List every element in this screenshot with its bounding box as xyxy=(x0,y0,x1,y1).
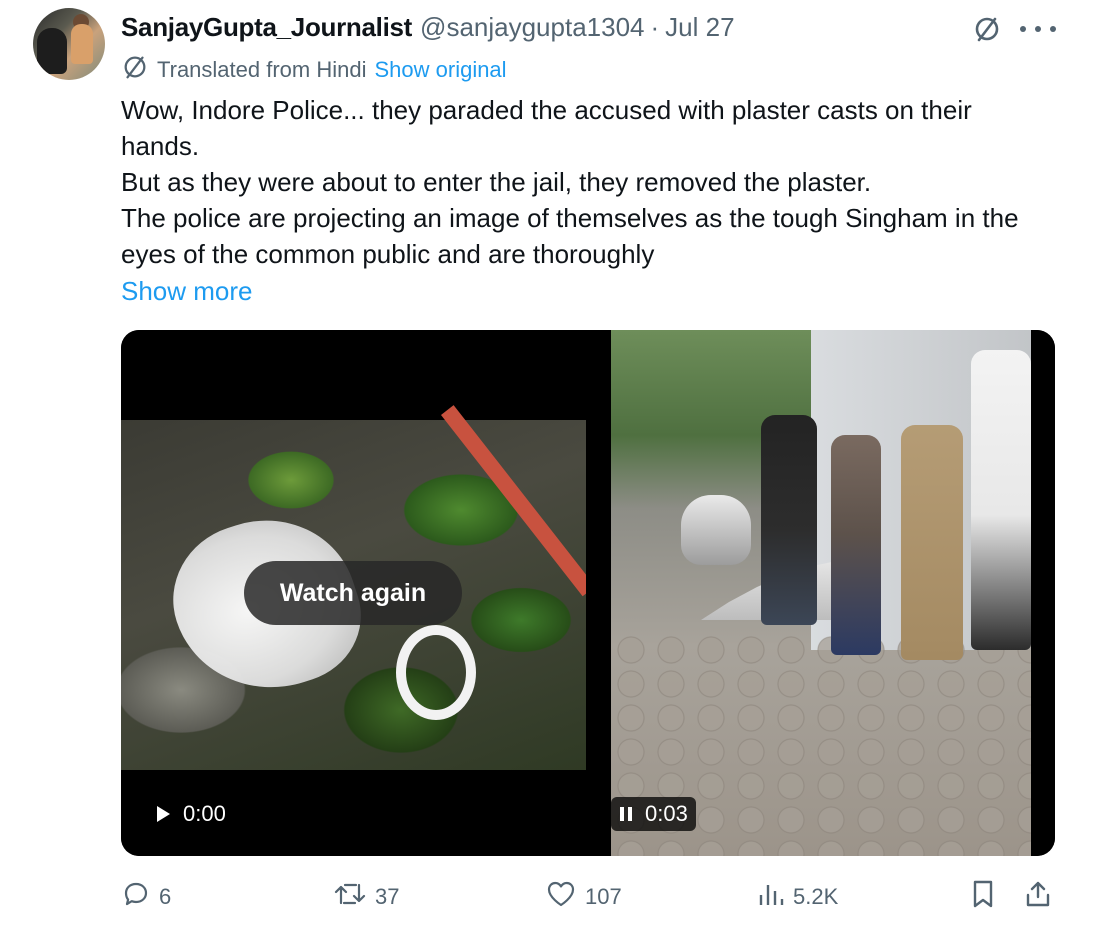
show-original-link[interactable]: Show original xyxy=(374,57,506,83)
avatar-horse-shape xyxy=(37,28,67,74)
share-button[interactable] xyxy=(1023,880,1061,914)
author-name[interactable]: SanjayGupta_Journalist xyxy=(121,12,412,43)
tweet-text-line: The police are projecting an image of th… xyxy=(121,203,1019,269)
video-frame-person xyxy=(831,435,881,655)
tweet-text-line: But as they were about to enter the jail… xyxy=(121,167,872,197)
reply-button[interactable]: 6 xyxy=(121,880,171,914)
left-video-time: 0:00 xyxy=(183,801,226,826)
separator-dot: · xyxy=(650,11,660,42)
show-more-link[interactable]: Show more xyxy=(121,273,253,309)
play-icon[interactable] xyxy=(155,805,171,823)
translation-notice: Translated from Hindi Show original xyxy=(121,55,507,85)
reply-icon[interactable] xyxy=(121,879,159,915)
translation-icon xyxy=(121,53,157,87)
bookmark-icon[interactable] xyxy=(969,879,1005,915)
avatar-body-shape xyxy=(71,24,93,64)
watch-again-button[interactable]: Watch again xyxy=(244,561,462,625)
video-frame-person xyxy=(761,415,817,625)
more-dot xyxy=(1035,26,1041,32)
tweet-text: Wow, Indore Police... they paraded the a… xyxy=(121,92,1051,272)
media-container: Watch again 0:00 0:03 xyxy=(121,330,1055,856)
repost-icon[interactable] xyxy=(333,879,375,915)
views-icon[interactable] xyxy=(757,879,793,915)
video-frame-plaster-ring xyxy=(396,625,476,720)
tweet: SanjayGupta_Journalist @sanjaygupta1304 … xyxy=(0,0,1112,928)
views-button[interactable]: 5.2K xyxy=(757,880,838,914)
like-count: 107 xyxy=(585,884,622,909)
like-button[interactable]: 107 xyxy=(545,880,622,914)
tweet-header: SanjayGupta_Journalist @sanjaygupta1304 … xyxy=(121,10,735,44)
bookmark-button[interactable] xyxy=(969,880,1005,914)
author-handle[interactable]: @sanjaygupta1304 xyxy=(420,12,644,43)
video-frame-scene xyxy=(611,330,1031,856)
tweet-date[interactable]: Jul 27 xyxy=(665,12,734,43)
right-video[interactable]: 0:03 xyxy=(589,330,1055,856)
tweet-text-line: Wow, Indore Police... they paraded the a… xyxy=(121,95,972,161)
pause-icon[interactable] xyxy=(619,806,633,822)
more-icon[interactable] xyxy=(1020,14,1056,44)
left-video[interactable]: Watch again 0:00 xyxy=(121,330,586,856)
video-frame-person xyxy=(971,350,1031,650)
translate-icon[interactable] xyxy=(972,14,1002,44)
more-dot xyxy=(1050,26,1056,32)
reply-count: 6 xyxy=(159,884,172,909)
share-icon[interactable] xyxy=(1023,879,1061,915)
action-bar: 6 37 107 5.2K xyxy=(0,880,1112,914)
left-video-timer[interactable]: 0:00 xyxy=(147,797,234,831)
repost-count: 37 xyxy=(375,884,400,909)
avatar[interactable] xyxy=(33,8,105,80)
video-frame-scooter xyxy=(681,495,751,565)
views-count: 5.2K xyxy=(793,884,839,909)
more-dot xyxy=(1020,26,1026,32)
translated-label: Translated from Hindi xyxy=(157,57,367,82)
repost-button[interactable]: 37 xyxy=(333,880,399,914)
like-icon[interactable] xyxy=(545,879,585,915)
right-video-time: 0:03 xyxy=(645,801,688,826)
right-video-timer[interactable]: 0:03 xyxy=(611,797,696,831)
video-frame-person xyxy=(901,425,963,660)
